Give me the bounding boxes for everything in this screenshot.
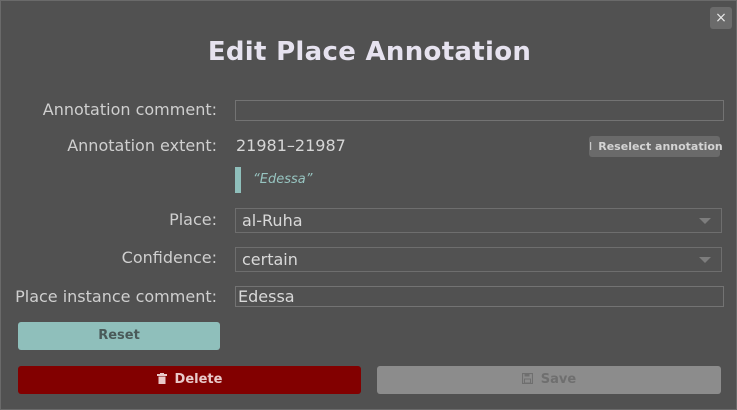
delete-button[interactable]: Delete <box>18 366 361 394</box>
confidence-label: Confidence: <box>121 248 217 267</box>
dialog-title: Edit Place Annotation <box>207 37 532 67</box>
floppy-disk-icon <box>521 366 533 394</box>
delete-label: Delete <box>174 372 223 387</box>
annotation-quote: “Edessa” <box>235 167 312 193</box>
annotation-comment-input[interactable] <box>235 100 724 121</box>
reselect-annotation-button[interactable]: I Reselect annotation <box>589 136 723 157</box>
reselect-annotation-label: Reselect annotation <box>598 140 723 153</box>
annotation-comment-label: Annotation comment: <box>42 100 217 119</box>
close-icon: × <box>715 10 727 26</box>
place-select-value: al-Ruha <box>242 211 303 230</box>
place-label: Place: <box>169 210 217 229</box>
text-cursor-icon: I <box>589 140 593 153</box>
place-select[interactable]: al-Ruha <box>235 208 722 233</box>
save-button[interactable]: Save <box>377 366 721 394</box>
place-instance-comment-input[interactable]: Edessa <box>235 286 724 307</box>
save-label: Save <box>540 372 577 387</box>
annotation-extent-value: 21981–21987 <box>236 136 346 155</box>
chevron-down-icon <box>699 257 711 263</box>
place-instance-comment-label: Place instance comment: <box>15 287 217 306</box>
reset-button[interactable]: Reset <box>18 322 220 350</box>
chevron-down-icon <box>699 218 711 224</box>
edit-place-annotation-dialog: × Edit Place Annotation Annotation comme… <box>0 0 737 410</box>
confidence-select[interactable]: certain <box>235 247 722 272</box>
close-button[interactable]: × <box>710 7 732 29</box>
annotation-extent-label: Annotation extent: <box>67 136 217 155</box>
trash-icon <box>156 366 167 394</box>
confidence-select-value: certain <box>242 250 298 269</box>
